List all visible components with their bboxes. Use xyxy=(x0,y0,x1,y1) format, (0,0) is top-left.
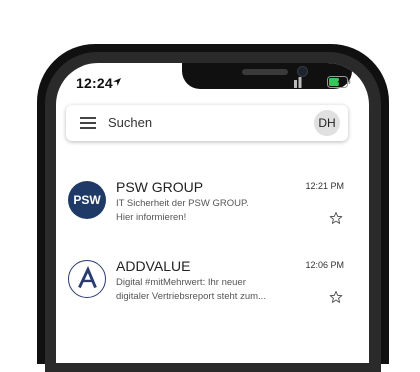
account-avatar[interactable]: DH xyxy=(314,110,340,136)
email-time: 12:21 PM xyxy=(305,181,344,191)
phone-screen: 12:24 Suchen DH PSW PSW GROUP 12:21 PM I… xyxy=(56,63,369,363)
email-list-item[interactable]: PSW PSW GROUP 12:21 PM IT Sicherheit der… xyxy=(56,179,369,251)
psw-logo: PSW xyxy=(68,181,106,219)
wifi-icon xyxy=(307,76,322,87)
speaker-grille xyxy=(242,69,288,75)
star-icon[interactable] xyxy=(329,290,343,304)
email-sender: PSW GROUP xyxy=(116,179,204,195)
email-preview-line: Digital #mitMehrwert: Ihr neuer xyxy=(116,277,246,288)
hamburger-menu-icon[interactable] xyxy=(80,117,96,129)
email-sender: ADDVALUE xyxy=(116,258,191,274)
email-list-item[interactable]: ADDVALUE 12:06 PM Digital #mitMehrwert: … xyxy=(56,258,369,330)
cellular-signal-icon xyxy=(285,76,302,88)
battery-icon xyxy=(327,76,351,88)
location-arrow-icon xyxy=(113,78,121,86)
email-time: 12:06 PM xyxy=(305,260,344,270)
email-preview: Digital #mitMehrwert: Ihr neuer digitale… xyxy=(116,276,296,304)
email-preview-line: IT Sicherheit der PSW GROUP. xyxy=(116,198,249,209)
search-input[interactable]: Suchen xyxy=(108,115,152,130)
status-time: 12:24 xyxy=(76,75,113,91)
email-preview: IT Sicherheit der PSW GROUP. Hier inform… xyxy=(116,197,296,225)
email-preview-line: digitaler Vertriebsreport steht zum... xyxy=(116,291,266,302)
email-preview-line: Hier informieren! xyxy=(116,212,187,223)
addvalue-logo xyxy=(68,260,106,298)
star-icon[interactable] xyxy=(329,211,343,225)
status-icons xyxy=(285,76,351,88)
search-bar[interactable]: Suchen DH xyxy=(66,105,348,141)
